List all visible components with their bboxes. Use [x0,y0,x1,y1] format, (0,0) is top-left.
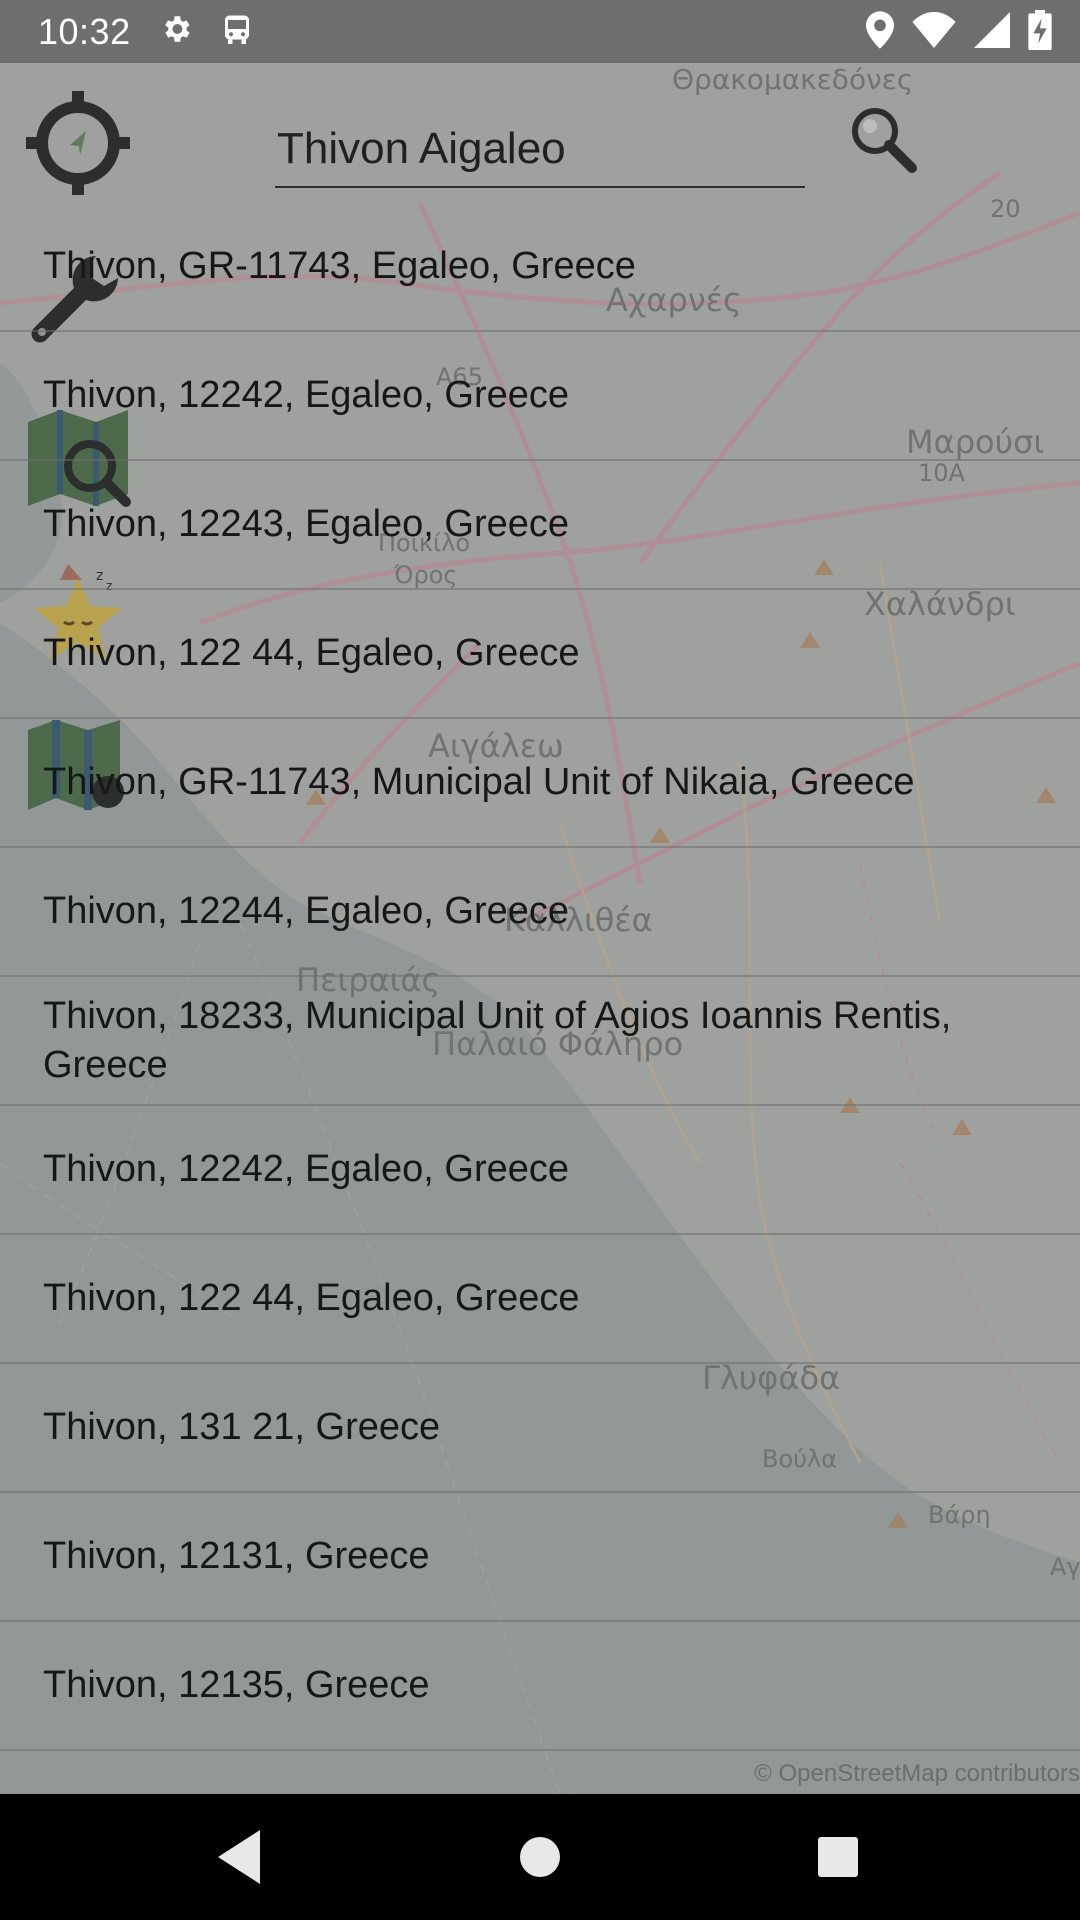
my-location-button[interactable] [24,89,132,197]
result-label: Thivon, 12243, Egaleo, Greece [43,503,570,545]
search-button[interactable] [848,104,918,174]
result-item[interactable]: Thivon, 12242, Egaleo, Greece [0,1106,1080,1235]
back-button[interactable] [204,1822,274,1892]
signal-icon [974,12,1010,53]
result-label: Thivon, 122 44, Egaleo, Greece [43,1277,580,1319]
bus-alarm-icon [219,10,255,53]
result-label: Thivon, 131 21, Greece [43,1406,441,1448]
search-icon [852,108,917,173]
status-bar: 10:32 [0,0,1080,63]
crosshair-icon [26,91,130,195]
result-label: Thivon, 18233, Municipal Unit of Agios I… [43,994,952,1086]
home-button[interactable] [505,1822,575,1892]
search-input[interactable] [275,112,805,188]
navigation-bar [0,1794,1080,1920]
map-attribution: © OpenStreetMap contributors [754,1760,1080,1787]
recents-icon [818,1837,858,1877]
result-item[interactable]: Thivon, 122 44, Egaleo, Greece [0,590,1080,719]
location-pin-icon [866,10,894,55]
result-item[interactable]: Thivon, 131 21, Greece [0,1364,1080,1493]
back-icon [218,1830,260,1884]
status-time: 10:32 [38,10,131,52]
home-icon [520,1837,560,1877]
battery-charging-icon [1028,10,1052,55]
wifi-icon [912,12,956,53]
result-label: Thivon, 12242, Egaleo, Greece [43,1148,570,1190]
result-item[interactable]: Thivon, 18233, Municipal Unit of Agios I… [0,977,1080,1106]
result-label: Thivon, 12242, Egaleo, Greece [43,374,570,416]
results-list: Thivon, GR-11743, Egaleo, Greece Thivon,… [0,203,1080,1751]
result-item[interactable]: Thivon, GR-11743, Municipal Unit of Nika… [0,719,1080,848]
result-label: Thivon, 12244, Egaleo, Greece [43,890,570,932]
result-item[interactable]: Thivon, 12131, Greece [0,1493,1080,1622]
result-label: Thivon, 12135, Greece [43,1664,430,1706]
result-label: Thivon, 12131, Greece [43,1535,430,1577]
result-item[interactable]: Thivon, 122 44, Egaleo, Greece [0,1235,1080,1364]
result-item[interactable]: Thivon, 12243, Egaleo, Greece [0,461,1080,590]
result-label: Thivon, 122 44, Egaleo, Greece [43,632,580,674]
result-item[interactable]: Thivon, 12135, Greece [0,1622,1080,1751]
result-label: Thivon, GR-11743, Egaleo, Greece [43,245,636,287]
result-item[interactable]: Thivon, 12242, Egaleo, Greece [0,332,1080,461]
gear-icon [159,12,193,51]
result-item[interactable]: Thivon, GR-11743, Egaleo, Greece [0,203,1080,332]
recents-button[interactable] [803,1822,873,1892]
result-item[interactable]: Thivon, 12244, Egaleo, Greece [0,848,1080,977]
result-label: Thivon, GR-11743, Municipal Unit of Nika… [43,761,915,803]
